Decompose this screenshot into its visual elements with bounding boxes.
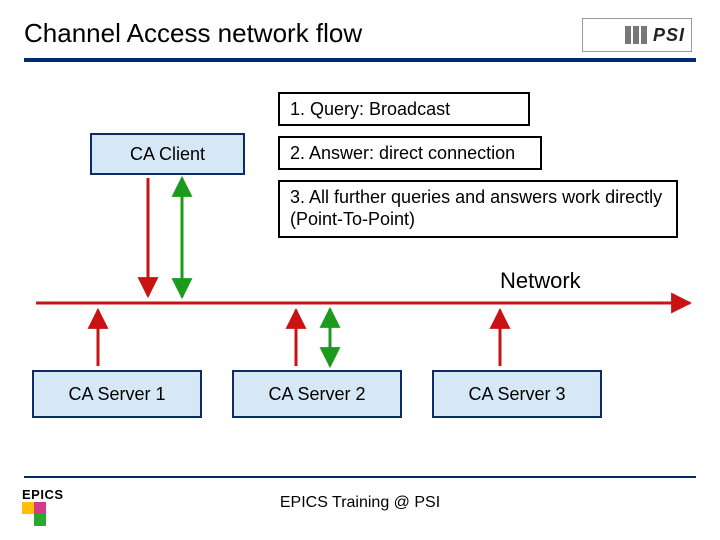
footer-text: EPICS Training @ PSI (0, 494, 720, 512)
ca-server-1-box: CA Server 1 (32, 370, 202, 418)
epics-logo: EPICS (22, 487, 64, 526)
step2-box: 2. Answer: direct connection (278, 136, 542, 170)
ca-client-box: CA Client (90, 133, 245, 175)
psi-logo-text: PSI (653, 25, 685, 46)
diagram-arrows (0, 0, 720, 540)
psi-logo: PSI (582, 18, 692, 52)
ca-server-3-box: CA Server 3 (432, 370, 602, 418)
step3-box: 3. All further queries and answers work … (278, 180, 678, 238)
epics-logo-text: EPICS (22, 487, 64, 502)
footer-rule (24, 476, 696, 478)
network-label: Network (500, 268, 581, 294)
title-underline (24, 58, 696, 62)
ca-server-2-box: CA Server 2 (232, 370, 402, 418)
step1-box: 1. Query: Broadcast (278, 92, 530, 126)
